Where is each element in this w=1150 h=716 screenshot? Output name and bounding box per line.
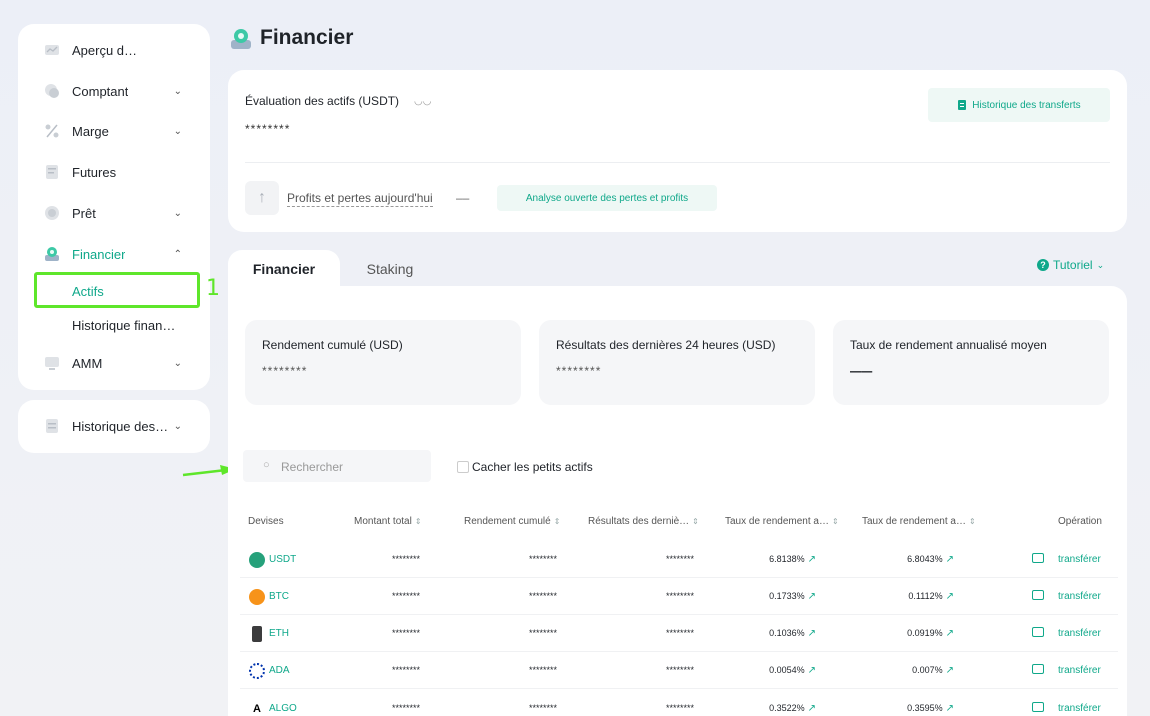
sidebar-subitem-financial-history[interactable]: Historique finan…	[18, 308, 210, 342]
stat-card-24h: Résultats des dernières 24 heures (USD) …	[539, 320, 815, 405]
trend-up-icon: ↗	[945, 703, 954, 714]
tab-financial[interactable]: Financier	[228, 250, 340, 288]
chart-icon[interactable]	[1032, 590, 1044, 600]
question-icon: ?	[1037, 259, 1049, 271]
transfer-link[interactable]: transférer	[1058, 628, 1101, 639]
sort-icon: ⇕	[414, 517, 422, 526]
column-header-currency: Devises	[248, 516, 284, 527]
chevron-down-icon: ⌄	[173, 207, 182, 219]
transfer-link[interactable]: transférer	[1058, 703, 1101, 714]
tutorial-link[interactable]: ? Tutoriel ⌄	[1037, 258, 1104, 272]
table-row: ADA ******** ******** ******** 0.0054% ↗ …	[240, 652, 1118, 689]
arrow-up-icon: ↑	[245, 181, 279, 215]
chart-icon[interactable]	[1032, 664, 1044, 674]
transfer-link[interactable]: transférer	[1058, 665, 1101, 676]
pnl-analysis-button[interactable]: Analyse ouverte des pertes et profits	[497, 185, 717, 211]
trend-up-icon: ↗	[945, 554, 954, 565]
annotation-number-1: 1	[206, 276, 220, 301]
chart-icon[interactable]	[1032, 627, 1044, 637]
overview-icon	[45, 45, 59, 55]
chevron-down-icon: ⌄	[173, 357, 182, 369]
column-header-operation: Opération	[1058, 516, 1102, 527]
table-row: BTC ******** ******** ******** 0.1733% ↗ …	[240, 578, 1118, 615]
sidebar-item-overview[interactable]: Aperçu d…	[18, 31, 210, 69]
sort-icon: ⇕	[553, 517, 561, 526]
loan-icon	[45, 206, 59, 220]
table-row: A ALGO ******** ******** ******** 0.3522…	[240, 690, 1118, 716]
page-title: Financier	[260, 26, 354, 49]
transfer-link[interactable]: transférer	[1058, 554, 1101, 565]
table-row: USDT ******** ******** ******** 6.8138% ↗…	[240, 541, 1118, 578]
sidebar-item-history[interactable]: Historique des… ⌄	[18, 407, 210, 445]
chevron-down-icon: ⌄	[173, 85, 182, 97]
divider	[245, 162, 1110, 163]
stat-card-cumulative: Rendement cumulé (USD) ********	[245, 320, 521, 405]
sidebar-item-amm[interactable]: AMM ⌄	[18, 344, 210, 382]
trend-up-icon: ↗	[807, 665, 816, 676]
financial-icon	[45, 247, 59, 261]
chevron-down-icon: ⌄	[1096, 259, 1105, 270]
trend-up-icon: ↗	[807, 628, 816, 639]
chart-icon[interactable]	[1032, 702, 1044, 712]
chevron-up-icon: ⌃	[173, 248, 182, 260]
usdt-icon	[249, 552, 265, 568]
search-icon: ○	[263, 459, 270, 471]
column-header-total[interactable]: Montant total ⇕	[354, 516, 422, 527]
sidebar-item-financial[interactable]: Financier ⌃	[18, 235, 210, 273]
hide-small-assets-label: Cacher les petits actifs	[472, 460, 593, 474]
trend-up-icon: ↗	[945, 591, 954, 602]
column-header-cumulative[interactable]: Rendement cumulé ⇕	[464, 516, 560, 527]
asset-evaluation-value: ********	[245, 122, 291, 136]
chevron-down-icon: ⌄	[173, 420, 182, 432]
transfer-history-button[interactable]: Historique des transferts	[928, 88, 1110, 122]
trend-up-icon: ↗	[807, 591, 816, 602]
eye-closed-icon[interactable]: ◡◡	[414, 96, 431, 107]
trend-up-icon: ↗	[945, 628, 954, 639]
history-icon	[46, 419, 58, 433]
btc-icon	[249, 589, 265, 605]
sidebar-item-futures[interactable]: Futures	[18, 153, 210, 191]
financial-icon	[231, 29, 251, 49]
daily-pnl-label[interactable]: Profits et pertes aujourd'hui	[287, 191, 433, 207]
sort-icon: ⇕	[692, 517, 699, 526]
document-icon	[958, 100, 967, 110]
trend-up-icon: ↗	[807, 703, 816, 714]
column-header-last24[interactable]: Résultats des derniè… ⇕	[588, 516, 699, 527]
trend-up-icon: ↗	[807, 554, 816, 565]
column-header-rate-1[interactable]: Taux de rendement a… ⇕	[725, 516, 839, 527]
asset-evaluation-label: Évaluation des actifs (USDT)	[245, 94, 400, 108]
daily-pnl-value: ––	[456, 191, 470, 205]
sidebar-item-margin[interactable]: Marge ⌄	[18, 112, 210, 150]
sort-icon: ⇕	[968, 517, 976, 526]
tab-staking[interactable]: Staking	[340, 250, 440, 288]
spot-icon	[45, 84, 59, 98]
futures-icon	[46, 165, 58, 179]
transfer-link[interactable]: transférer	[1058, 591, 1101, 602]
sidebar-item-spot[interactable]: Comptant ⌄	[18, 72, 210, 110]
stat-card-annual-rate: Taux de rendement annualisé moyen ––	[833, 320, 1109, 405]
assets-table: Devises Montant total ⇕ Rendement cumulé ⇕…	[228, 502, 1127, 716]
chart-icon[interactable]	[1032, 553, 1044, 563]
column-header-rate-2[interactable]: Taux de rendement a… ⇕	[862, 516, 976, 527]
highlight-box-assets	[34, 272, 200, 308]
algo-icon: A	[249, 701, 265, 716]
chevron-down-icon: ⌄	[173, 125, 182, 137]
search-input[interactable]: ○ Rechercher	[243, 450, 431, 482]
ada-icon	[249, 663, 265, 679]
asset-summary-card: Évaluation des actifs (USDT) ◡◡ ********…	[228, 70, 1127, 232]
sidebar-history-card: Historique des… ⌄	[18, 400, 210, 453]
margin-icon	[45, 124, 59, 138]
sidebar: Aperçu d… Comptant ⌄ Marge ⌄ Futures Prê…	[18, 24, 210, 390]
sort-icon: ⇕	[831, 517, 839, 526]
trend-up-icon: ↗	[945, 665, 954, 676]
table-row: ETH ******** ******** ******** 0.1036% ↗ …	[240, 615, 1118, 652]
eth-icon	[252, 626, 262, 642]
amm-icon	[45, 357, 59, 370]
hide-small-assets-checkbox[interactable]	[457, 461, 469, 473]
sidebar-item-loan[interactable]: Prêt ⌄	[18, 194, 210, 232]
